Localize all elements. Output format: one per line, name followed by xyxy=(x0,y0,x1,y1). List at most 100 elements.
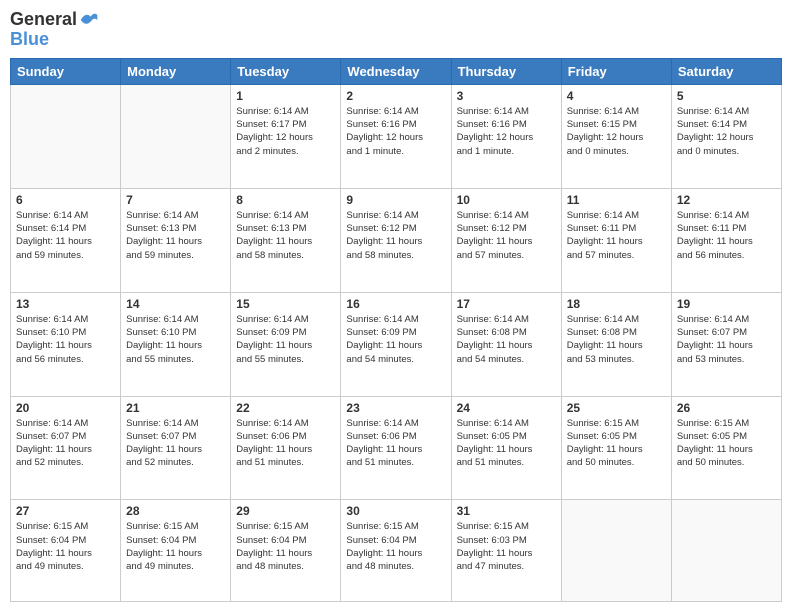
logo: General Blue xyxy=(10,10,99,50)
day-cell: 8 Sunrise: 6:14 AM Sunset: 6:13 PM Daylig… xyxy=(231,188,341,292)
logo-icon xyxy=(79,10,99,30)
day-cell: 21 Sunrise: 6:14 AM Sunset: 6:07 PM Dayli… xyxy=(121,396,231,500)
day-info: Sunrise: 6:14 AM Sunset: 6:10 PM Dayligh… xyxy=(16,313,115,366)
day-number: 25 xyxy=(567,401,666,415)
day-number: 28 xyxy=(126,504,225,518)
day-info: Sunrise: 6:14 AM Sunset: 6:06 PM Dayligh… xyxy=(346,417,445,470)
calendar-table: SundayMondayTuesdayWednesdayThursdayFrid… xyxy=(10,58,782,602)
day-number: 31 xyxy=(457,504,556,518)
day-info: Sunrise: 6:14 AM Sunset: 6:13 PM Dayligh… xyxy=(236,209,335,262)
day-info: Sunrise: 6:14 AM Sunset: 6:17 PM Dayligh… xyxy=(236,105,335,158)
day-number: 12 xyxy=(677,193,776,207)
day-cell: 20Sunrise: 6:14 AM Sunset: 6:07 PM Dayli… xyxy=(11,396,121,500)
day-cell: 4 Sunrise: 6:14 AM Sunset: 6:15 PM Daylig… xyxy=(561,84,671,188)
day-cell: 28 Sunrise: 6:15 AM Sunset: 6:04 PM Dayli… xyxy=(121,500,231,602)
day-cell: 14Sunrise: 6:14 AM Sunset: 6:10 PM Dayli… xyxy=(121,292,231,396)
day-number: 24 xyxy=(457,401,556,415)
page: General Blue SundayMondayTuesdayWednesda… xyxy=(0,0,792,612)
day-number: 8 xyxy=(236,193,335,207)
day-cell: 16Sunrise: 6:14 AM Sunset: 6:09 PM Dayli… xyxy=(341,292,451,396)
day-cell: 22 Sunrise: 6:14 AM Sunset: 6:06 PM Dayli… xyxy=(231,396,341,500)
week-row-5: 27 Sunrise: 6:15 AM Sunset: 6:04 PM Dayli… xyxy=(11,500,782,602)
day-cell xyxy=(561,500,671,602)
day-cell: 15 Sunrise: 6:14 AM Sunset: 6:09 PM Dayli… xyxy=(231,292,341,396)
day-info: Sunrise: 6:14 AM Sunset: 6:06 PM Dayligh… xyxy=(236,417,335,470)
day-cell xyxy=(121,84,231,188)
day-info: Sunrise: 6:14 AM Sunset: 6:07 PM Dayligh… xyxy=(126,417,225,470)
day-number: 3 xyxy=(457,89,556,103)
day-number: 13 xyxy=(16,297,115,311)
day-cell: 29 Sunrise: 6:15 AM Sunset: 6:04 PM Dayli… xyxy=(231,500,341,602)
day-info: Sunrise: 6:14 AM Sunset: 6:07 PM Dayligh… xyxy=(677,313,776,366)
day-cell: 31 Sunrise: 6:15 AM Sunset: 6:03 PM Dayli… xyxy=(451,500,561,602)
col-header-monday: Monday xyxy=(121,58,231,84)
day-cell: 24 Sunrise: 6:14 AM Sunset: 6:05 PM Dayli… xyxy=(451,396,561,500)
day-cell: 6Sunrise: 6:14 AM Sunset: 6:14 PM Daylig… xyxy=(11,188,121,292)
day-cell: 9 Sunrise: 6:14 AM Sunset: 6:12 PM Daylig… xyxy=(341,188,451,292)
header-row: SundayMondayTuesdayWednesdayThursdayFrid… xyxy=(11,58,782,84)
day-info: Sunrise: 6:14 AM Sunset: 6:15 PM Dayligh… xyxy=(567,105,666,158)
day-number: 9 xyxy=(346,193,445,207)
col-header-friday: Friday xyxy=(561,58,671,84)
day-cell: 1 Sunrise: 6:14 AM Sunset: 6:17 PM Daylig… xyxy=(231,84,341,188)
day-cell: 11 Sunrise: 6:14 AM Sunset: 6:11 PM Dayli… xyxy=(561,188,671,292)
day-number: 10 xyxy=(457,193,556,207)
day-info: Sunrise: 6:14 AM Sunset: 6:16 PM Dayligh… xyxy=(346,105,445,158)
day-number: 29 xyxy=(236,504,335,518)
day-info: Sunrise: 6:14 AM Sunset: 6:14 PM Dayligh… xyxy=(677,105,776,158)
day-number: 21 xyxy=(126,401,225,415)
day-info: Sunrise: 6:14 AM Sunset: 6:09 PM Dayligh… xyxy=(346,313,445,366)
day-cell: 7 Sunrise: 6:14 AM Sunset: 6:13 PM Daylig… xyxy=(121,188,231,292)
col-header-tuesday: Tuesday xyxy=(231,58,341,84)
col-header-sunday: Sunday xyxy=(11,58,121,84)
day-info: Sunrise: 6:14 AM Sunset: 6:11 PM Dayligh… xyxy=(677,209,776,262)
day-cell: 18 Sunrise: 6:14 AM Sunset: 6:08 PM Dayli… xyxy=(561,292,671,396)
col-header-saturday: Saturday xyxy=(671,58,781,84)
day-info: Sunrise: 6:14 AM Sunset: 6:14 PM Dayligh… xyxy=(16,209,115,262)
day-number: 22 xyxy=(236,401,335,415)
week-row-4: 20Sunrise: 6:14 AM Sunset: 6:07 PM Dayli… xyxy=(11,396,782,500)
day-info: Sunrise: 6:14 AM Sunset: 6:08 PM Dayligh… xyxy=(457,313,556,366)
day-number: 7 xyxy=(126,193,225,207)
day-number: 2 xyxy=(346,89,445,103)
day-cell: 19 Sunrise: 6:14 AM Sunset: 6:07 PM Dayli… xyxy=(671,292,781,396)
day-info: Sunrise: 6:14 AM Sunset: 6:09 PM Dayligh… xyxy=(236,313,335,366)
day-cell: 27 Sunrise: 6:15 AM Sunset: 6:04 PM Dayli… xyxy=(11,500,121,602)
day-info: Sunrise: 6:15 AM Sunset: 6:04 PM Dayligh… xyxy=(236,520,335,573)
day-cell: 30Sunrise: 6:15 AM Sunset: 6:04 PM Dayli… xyxy=(341,500,451,602)
day-info: Sunrise: 6:14 AM Sunset: 6:13 PM Dayligh… xyxy=(126,209,225,262)
day-cell: 12 Sunrise: 6:14 AM Sunset: 6:11 PM Dayli… xyxy=(671,188,781,292)
day-info: Sunrise: 6:15 AM Sunset: 6:04 PM Dayligh… xyxy=(126,520,225,573)
day-number: 17 xyxy=(457,297,556,311)
day-cell xyxy=(671,500,781,602)
day-info: Sunrise: 6:15 AM Sunset: 6:04 PM Dayligh… xyxy=(16,520,115,573)
day-number: 4 xyxy=(567,89,666,103)
day-info: Sunrise: 6:14 AM Sunset: 6:11 PM Dayligh… xyxy=(567,209,666,262)
day-info: Sunrise: 6:14 AM Sunset: 6:05 PM Dayligh… xyxy=(457,417,556,470)
col-header-thursday: Thursday xyxy=(451,58,561,84)
day-number: 30 xyxy=(346,504,445,518)
day-info: Sunrise: 6:15 AM Sunset: 6:05 PM Dayligh… xyxy=(677,417,776,470)
day-cell: 10Sunrise: 6:14 AM Sunset: 6:12 PM Dayli… xyxy=(451,188,561,292)
day-info: Sunrise: 6:15 AM Sunset: 6:03 PM Dayligh… xyxy=(457,520,556,573)
day-info: Sunrise: 6:14 AM Sunset: 6:07 PM Dayligh… xyxy=(16,417,115,470)
day-number: 23 xyxy=(346,401,445,415)
day-number: 1 xyxy=(236,89,335,103)
logo-text-blue: Blue xyxy=(10,30,99,50)
day-cell: 26Sunrise: 6:15 AM Sunset: 6:05 PM Dayli… xyxy=(671,396,781,500)
day-number: 18 xyxy=(567,297,666,311)
day-cell: 2 Sunrise: 6:14 AM Sunset: 6:16 PM Daylig… xyxy=(341,84,451,188)
day-info: Sunrise: 6:14 AM Sunset: 6:08 PM Dayligh… xyxy=(567,313,666,366)
day-number: 19 xyxy=(677,297,776,311)
day-number: 27 xyxy=(16,504,115,518)
day-cell: 13 Sunrise: 6:14 AM Sunset: 6:10 PM Dayli… xyxy=(11,292,121,396)
day-cell: 5 Sunrise: 6:14 AM Sunset: 6:14 PM Daylig… xyxy=(671,84,781,188)
day-number: 5 xyxy=(677,89,776,103)
day-info: Sunrise: 6:14 AM Sunset: 6:16 PM Dayligh… xyxy=(457,105,556,158)
day-number: 15 xyxy=(236,297,335,311)
day-number: 11 xyxy=(567,193,666,207)
day-info: Sunrise: 6:14 AM Sunset: 6:12 PM Dayligh… xyxy=(346,209,445,262)
week-row-3: 13 Sunrise: 6:14 AM Sunset: 6:10 PM Dayli… xyxy=(11,292,782,396)
header: General Blue xyxy=(10,10,782,50)
col-header-wednesday: Wednesday xyxy=(341,58,451,84)
